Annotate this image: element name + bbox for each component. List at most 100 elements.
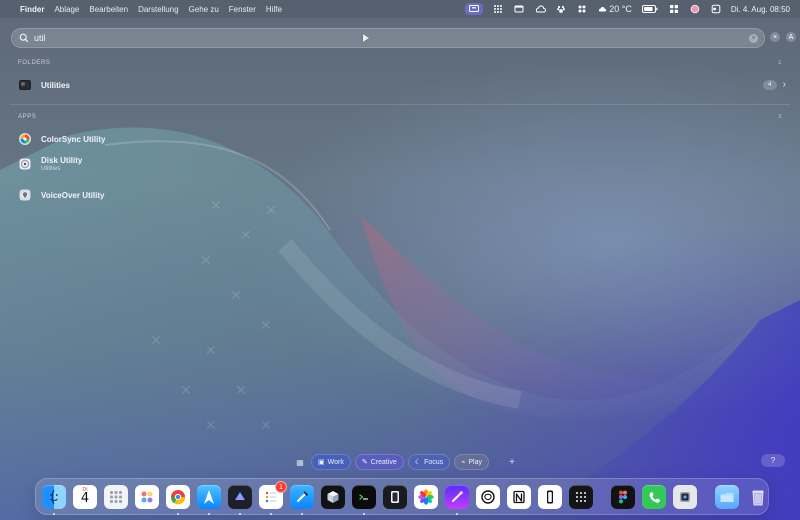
mode-work-chip[interactable]: ▣ Work — [311, 454, 351, 470]
folder-trailing: 4 › — [762, 80, 786, 90]
running-indicator — [53, 512, 55, 515]
battery-icon[interactable] — [641, 4, 659, 14]
trash-dock-icon[interactable] — [746, 485, 770, 509]
keyboard-shortcut-icon[interactable]: A — [786, 32, 796, 42]
menu-bar: Finder Ablage Bearbeiten Darstellung Geh… — [0, 0, 800, 18]
svg-text:✕: ✕ — [205, 418, 217, 434]
control-center-icon[interactable] — [576, 4, 588, 14]
result-app-colorsync-utility[interactable]: ColorSync Utility — [18, 132, 786, 146]
mode-label: Focus — [424, 458, 444, 466]
apps-count: 3 — [778, 114, 782, 120]
folders-section-header: FOLDERS 1 — [18, 60, 788, 66]
mouse-cursor — [363, 34, 369, 42]
mode-label: Work — [327, 458, 344, 466]
moon-icon: ☾ — [414, 459, 422, 466]
phone-dock-icon[interactable] — [642, 484, 666, 509]
grid-icon[interactable] — [492, 4, 504, 14]
result-folder-utilities[interactable]: Utilities 4 › — [18, 78, 786, 92]
mode-creative-chip[interactable]: ✎ Creative — [354, 454, 404, 470]
app-text: VoiceOver Utility — [41, 191, 104, 200]
photos-widget-dock-icon[interactable] — [135, 484, 159, 509]
pixelmator-dock-icon[interactable] — [445, 484, 469, 515]
avatar-icon[interactable] — [689, 4, 701, 14]
result-title: Utilities — [41, 80, 70, 90]
chevron-right-icon[interactable]: › — [783, 80, 786, 90]
menu-hilfe[interactable]: Hilfe — [266, 5, 282, 14]
briefcase-icon: ▣ — [318, 459, 325, 466]
screen-share-icon[interactable] — [465, 3, 484, 15]
menu-bearbeiten[interactable]: Bearbeiten — [89, 5, 128, 14]
apps-icon[interactable] — [668, 4, 680, 14]
svg-text:✕: ✕ — [150, 333, 162, 349]
folders-header: FOLDERS — [18, 60, 51, 66]
result-app-disk-utility[interactable]: Disk Utility Utilities — [18, 156, 786, 172]
svg-text:✕: ✕ — [260, 418, 272, 434]
view-grid-icon[interactable]: ▦ — [293, 455, 307, 469]
mini-dock-icon[interactable] — [673, 484, 697, 509]
voiceover-utility-icon — [18, 188, 32, 202]
calendar-dock-icon[interactable]: Di 4 — [73, 484, 97, 509]
menu-fenster[interactable]: Fenster — [229, 5, 256, 14]
section-divider — [10, 104, 790, 105]
folder-utilities-icon — [18, 78, 32, 92]
running-indicator — [456, 512, 458, 515]
result-app-voiceover-utility[interactable]: VoiceOver Utility — [18, 188, 786, 202]
calendar-day: 4 — [80, 491, 90, 506]
cloud-icon[interactable] — [534, 4, 547, 14]
close-icon[interactable]: × — [770, 32, 780, 42]
svg-text:✕: ✕ — [200, 253, 212, 269]
paw-icon[interactable] — [555, 4, 567, 14]
app-text: Disk Utility Utilities — [41, 156, 82, 172]
calendar-month: Di — [82, 486, 88, 493]
reader-dock-icon[interactable] — [383, 484, 407, 509]
reminders-dock-icon[interactable]: 1 — [259, 480, 287, 515]
folders-count: 1 — [778, 60, 782, 66]
dock: Di 4 1 — [35, 478, 769, 515]
xcode-dock-icon[interactable] — [290, 484, 314, 515]
figma-dock-icon[interactable] — [611, 484, 635, 509]
clear-search-icon[interactable]: × — [749, 33, 758, 43]
menu-bar-clock[interactable]: Di. 4. Aug. 08:50 — [731, 5, 790, 14]
active-app-name[interactable]: Finder — [20, 5, 44, 14]
apps-grid-dock-icon[interactable] — [569, 484, 593, 509]
spark-dock-icon[interactable] — [197, 484, 221, 515]
menu-gehe-zu[interactable]: Gehe zu — [189, 5, 219, 14]
menu-darstellung[interactable]: Darstellung — [138, 5, 178, 14]
photos-dock-icon[interactable] — [414, 484, 438, 509]
question-icon: ? — [770, 456, 776, 465]
svg-text:✕: ✕ — [235, 383, 247, 399]
mode-play-chip[interactable]: ⌁ Play — [454, 454, 489, 470]
result-title: ColorSync Utility — [41, 134, 106, 144]
disk-utility-icon — [18, 157, 32, 171]
running-indicator — [208, 512, 210, 515]
help-button[interactable]: ? — [761, 454, 785, 467]
items-count-badge: 4 — [762, 80, 777, 90]
launchpad-dock-icon[interactable] — [104, 484, 128, 509]
mode-label: Creative — [370, 458, 397, 466]
search-input[interactable] — [34, 33, 749, 43]
terminal-dock-icon[interactable] — [352, 484, 376, 515]
running-indicator — [363, 512, 365, 515]
search-icon — [14, 33, 34, 43]
running-indicator — [239, 512, 241, 515]
chatgpt-dock-icon[interactable] — [476, 484, 500, 509]
device-dock-icon[interactable] — [538, 484, 562, 509]
menu-ablage[interactable]: Ablage — [54, 5, 79, 14]
cube-dock-icon[interactable] — [321, 484, 345, 509]
chrome-dock-icon[interactable] — [166, 484, 190, 515]
spotlight-search-bar[interactable]: × — [11, 28, 765, 48]
result-subtitle: Utilities — [41, 166, 61, 172]
raycast-dock-icon[interactable] — [228, 484, 252, 515]
switch-icon[interactable] — [710, 4, 722, 14]
finder-dock-icon[interactable] — [42, 484, 66, 515]
weather-icon[interactable]: 20 °C — [597, 4, 632, 14]
add-mode-button[interactable]: + — [505, 455, 519, 469]
mode-focus-chip[interactable]: ☾ Focus — [407, 454, 451, 470]
weather-temperature: 20 °C — [609, 4, 632, 14]
downloads-folder-dock-icon[interactable] — [715, 484, 739, 509]
notification-badge: 1 — [275, 480, 287, 493]
svg-text:✕: ✕ — [230, 288, 242, 304]
pen-icon: ✎ — [361, 459, 368, 466]
notion-dock-icon[interactable] — [507, 484, 531, 509]
window-icon[interactable] — [513, 4, 525, 14]
